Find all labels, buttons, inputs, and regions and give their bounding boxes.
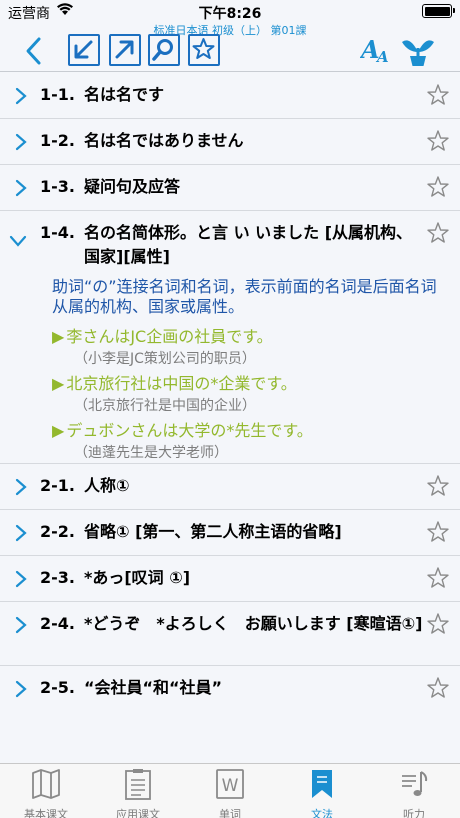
grammar-row[interactable]: 1-1. 名は名です bbox=[0, 73, 460, 119]
star-icon[interactable] bbox=[426, 474, 450, 502]
grammar-title: 人称① bbox=[84, 476, 130, 495]
grammar-title: 名は名です bbox=[84, 85, 165, 104]
chevron-right-icon bbox=[14, 679, 28, 703]
chevron-right-icon bbox=[14, 178, 28, 202]
play-icon: ▶ bbox=[52, 374, 65, 393]
tab-label: 应用课文 bbox=[116, 808, 160, 818]
grammar-number: 2-3. bbox=[40, 568, 75, 587]
grammar-number: 1-1. bbox=[40, 85, 75, 104]
font-size-button[interactable]: A A bbox=[359, 35, 392, 68]
chevron-left-icon bbox=[26, 37, 41, 65]
star-icon[interactable] bbox=[426, 520, 450, 548]
example-sentence[interactable]: ▶ 李さんはJC企画の社員です。 bbox=[52, 323, 273, 347]
example-translation: （迪蓬先生是大学老师） bbox=[74, 445, 228, 461]
music-icon bbox=[402, 771, 428, 796]
tab-bar: 基本课文 应用课文 W 单词 文法 听力 bbox=[0, 763, 460, 818]
grammar-row[interactable]: 2-5. “会社員“和“社員” bbox=[0, 666, 460, 712]
grammar-number: 2-5. bbox=[40, 678, 75, 697]
grammar-row[interactable]: 1-3. 疑问句及应答 bbox=[0, 165, 460, 211]
grammar-title: 名は名ではありません bbox=[84, 131, 244, 150]
grammar-title: 省略① [第一、第二人称主语的省略] bbox=[84, 522, 342, 541]
grammar-title: 疑问句及应答 bbox=[84, 177, 181, 196]
play-icon: ▶ bbox=[52, 421, 65, 440]
chevron-right-icon bbox=[14, 569, 28, 593]
grammar-title: *どうぞ *よろしく お願いします [寒暄语①] bbox=[84, 614, 423, 633]
search-button[interactable] bbox=[148, 34, 180, 66]
star-icon bbox=[192, 38, 215, 59]
grammar-row[interactable]: 2-2. 省略① [第一、第二人称主语的省略] bbox=[0, 510, 460, 556]
star-icon[interactable] bbox=[426, 612, 450, 640]
grammar-row[interactable]: 2-3. *あっ[叹词 ①] bbox=[0, 556, 460, 602]
plant-icon[interactable] bbox=[400, 32, 436, 72]
tab-label: 文法 bbox=[311, 808, 333, 818]
document-icon bbox=[125, 769, 151, 800]
grammar-number: 2-4. bbox=[40, 614, 75, 633]
tab-applied-text[interactable]: 应用课文 bbox=[92, 768, 184, 818]
grammar-row[interactable]: 1-2. 名は名ではありません bbox=[0, 119, 460, 165]
example-sentence[interactable]: ▶ 北京旅行社は中国の*企業です。 bbox=[52, 370, 297, 394]
grammar-title: “会社員“和“社員” bbox=[84, 678, 223, 697]
chevron-right-icon bbox=[14, 86, 28, 110]
favorite-filter-button[interactable] bbox=[188, 34, 220, 66]
status-time: 下午8:26 bbox=[198, 6, 262, 22]
tab-label: 听力 bbox=[403, 808, 425, 818]
chevron-right-icon bbox=[14, 477, 28, 501]
star-icon[interactable] bbox=[426, 566, 450, 594]
grammar-row-expanded[interactable]: 1-4. 名の名简体形。と言 い いました [从属机构、国家][属性] 助词“の… bbox=[0, 211, 460, 464]
grammar-row[interactable]: 2-4. *どうぞ *よろしく お願いします [寒暄语①] bbox=[0, 602, 460, 666]
tab-basic-text[interactable]: 基本课文 bbox=[0, 768, 92, 818]
arrow-up-right-icon bbox=[115, 40, 134, 59]
grammar-title: 名の名简体形。と言 い いました [从属机构、国家][属性] bbox=[84, 223, 413, 266]
battery-icon bbox=[422, 4, 455, 18]
chevron-right-icon bbox=[14, 523, 28, 547]
example-sentence[interactable]: ▶ デュボンさんは大学の*先生です。 bbox=[52, 417, 313, 441]
tab-label: 单词 bbox=[219, 808, 241, 818]
back-button[interactable] bbox=[24, 36, 42, 70]
arrow-down-left-icon bbox=[74, 40, 93, 59]
grammar-title: *あっ[叹词 ①] bbox=[84, 568, 191, 587]
example-translation: （小李是JC策划公司的职员） bbox=[74, 351, 256, 367]
collapse-button[interactable] bbox=[68, 34, 100, 66]
word-icon: W bbox=[216, 769, 244, 799]
bookmark-icon bbox=[312, 770, 332, 798]
search-icon bbox=[152, 39, 173, 61]
example-translation: （北京旅行社是中国的企业） bbox=[74, 398, 256, 414]
svg-text:A: A bbox=[375, 48, 389, 64]
navigation-bar: 标准日本语 初级（上） 第01課 A A bbox=[0, 22, 460, 72]
map-icon bbox=[32, 769, 60, 799]
tab-vocabulary[interactable]: W 单词 bbox=[184, 768, 276, 818]
tab-listening[interactable]: 听力 bbox=[368, 768, 460, 818]
star-icon[interactable] bbox=[426, 221, 450, 249]
star-icon[interactable] bbox=[426, 129, 450, 157]
grammar-number: 1-4. bbox=[40, 223, 75, 242]
chevron-down-icon bbox=[8, 233, 28, 252]
grammar-row[interactable]: 2-1. 人称① bbox=[0, 464, 460, 510]
grammar-number: 1-2. bbox=[40, 131, 75, 150]
grammar-number: 2-1. bbox=[40, 476, 75, 495]
tab-grammar[interactable]: 文法 bbox=[276, 768, 368, 818]
play-icon: ▶ bbox=[52, 327, 65, 346]
star-icon[interactable] bbox=[426, 175, 450, 203]
font-size-icon: A A bbox=[359, 35, 389, 66]
expand-button[interactable] bbox=[109, 34, 141, 66]
grammar-number: 2-2. bbox=[40, 522, 75, 541]
svg-text:W: W bbox=[222, 776, 239, 796]
grammar-number: 1-3. bbox=[40, 177, 75, 196]
chevron-right-icon bbox=[14, 615, 28, 639]
status-bar: 运营商 下午8:26 bbox=[0, 0, 460, 22]
chevron-right-icon bbox=[14, 132, 28, 156]
star-icon[interactable] bbox=[426, 676, 450, 704]
grammar-description: 助词“の”连接名词和名词，表示前面的名词是后面名词从属的机构、国家或属性。 bbox=[52, 277, 437, 316]
tab-label: 基本课文 bbox=[24, 808, 68, 818]
star-icon[interactable] bbox=[426, 83, 450, 111]
